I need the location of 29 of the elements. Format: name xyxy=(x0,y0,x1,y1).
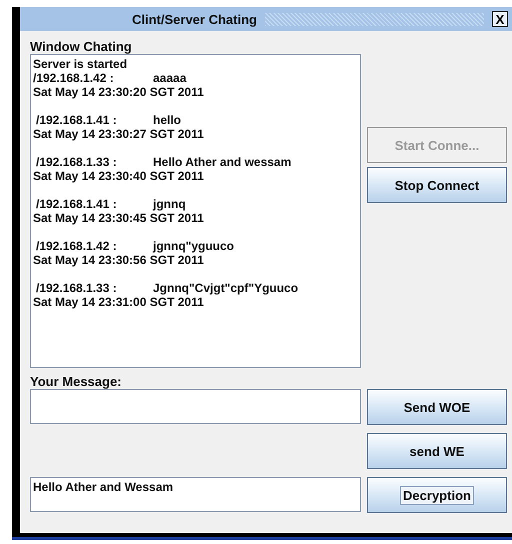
sender-address: /192.168.1.33 : xyxy=(36,281,118,295)
window-title: Clint/Server Chating xyxy=(132,12,257,26)
message-time: Sat May 14 23:30:45 SGT 2011 xyxy=(33,211,204,225)
sender-address: /192.168.1.42 : xyxy=(33,71,115,85)
sender-address: /192.168.1.33 : xyxy=(36,155,118,169)
message-time: Sat May 14 23:30:56 SGT 2011 xyxy=(33,253,204,267)
message-text: Jgnnq"Cvjgt"cpf"Yguuco xyxy=(153,281,298,295)
sender-address: /192.168.1.41 : xyxy=(36,197,118,211)
message-text: jgnnq xyxy=(153,197,186,211)
message-time: Sat May 14 23:30:20 SGT 2011 xyxy=(33,85,204,99)
send-button[interactable]: Send WOE xyxy=(367,389,507,425)
send-button[interactable]: send WE xyxy=(367,433,507,469)
message-text: Hello Ather and wessam xyxy=(153,155,292,169)
chat-label: Window Chating xyxy=(30,39,133,54)
sender-address: /192.168.1.41 : xyxy=(36,113,118,127)
sender-address: /192.168.1.42 : xyxy=(36,239,118,253)
message-label: Your Message: xyxy=(30,374,122,389)
message-time: Sat May 14 23:30:40 SGT 2011 xyxy=(33,169,204,183)
message-text: jgnnq"yguuco xyxy=(153,239,234,253)
connection-button[interactable]: Stop Connect xyxy=(367,167,507,203)
close-button[interactable]: X xyxy=(492,11,508,27)
status-text: Server is started xyxy=(33,57,128,71)
decryption-field[interactable]: Hello Ather and Wessam xyxy=(30,477,361,512)
message-time: Sat May 14 23:30:27 SGT 2011 xyxy=(33,127,204,141)
message-field[interactable] xyxy=(30,389,361,424)
message-text: hello xyxy=(153,113,182,127)
decryption-button[interactable]: Decryption xyxy=(367,477,507,513)
message-text: aaaaa xyxy=(153,71,186,85)
message-time: Sat May 14 23:31:00 SGT 2011 xyxy=(33,295,204,309)
